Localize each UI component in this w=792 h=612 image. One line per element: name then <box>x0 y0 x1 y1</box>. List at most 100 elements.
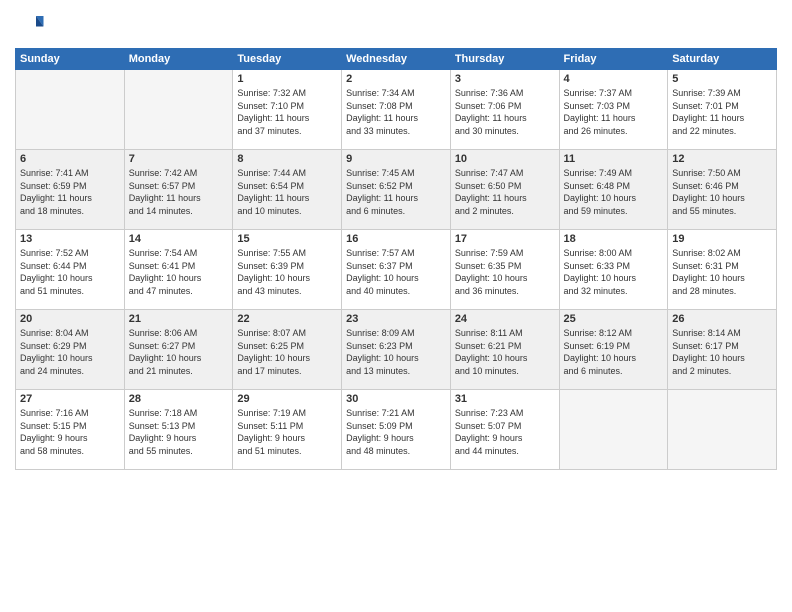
calendar-cell: 21 Sunrise: 8:06 AM Sunset: 6:27 PM Dayli… <box>124 310 233 390</box>
day-number: 29 <box>237 393 337 405</box>
day-number: 20 <box>20 313 120 325</box>
day-number: 15 <box>237 233 337 245</box>
calendar-week-row: 20 Sunrise: 8:04 AM Sunset: 6:29 PM Dayli… <box>16 310 777 390</box>
day-number: 28 <box>129 393 229 405</box>
weekday-header: Sunday <box>16 49 125 70</box>
day-number: 17 <box>455 233 555 245</box>
day-info: Sunrise: 7:57 AM Sunset: 6:37 PM Dayligh… <box>346 247 446 297</box>
day-number: 6 <box>20 153 120 165</box>
day-info: Sunrise: 8:06 AM Sunset: 6:27 PM Dayligh… <box>129 327 229 377</box>
calendar-cell: 12 Sunrise: 7:50 AM Sunset: 6:46 PM Dayli… <box>668 150 777 230</box>
calendar-cell <box>559 390 668 470</box>
calendar-cell: 22 Sunrise: 8:07 AM Sunset: 6:25 PM Dayli… <box>233 310 342 390</box>
day-info: Sunrise: 7:41 AM Sunset: 6:59 PM Dayligh… <box>20 167 120 217</box>
calendar-cell: 4 Sunrise: 7:37 AM Sunset: 7:03 PM Daylig… <box>559 70 668 150</box>
day-number: 30 <box>346 393 446 405</box>
calendar-cell: 14 Sunrise: 7:54 AM Sunset: 6:41 PM Dayli… <box>124 230 233 310</box>
day-number: 13 <box>20 233 120 245</box>
day-info: Sunrise: 8:09 AM Sunset: 6:23 PM Dayligh… <box>346 327 446 377</box>
day-info: Sunrise: 7:36 AM Sunset: 7:06 PM Dayligh… <box>455 87 555 137</box>
day-number: 11 <box>564 153 664 165</box>
day-info: Sunrise: 8:00 AM Sunset: 6:33 PM Dayligh… <box>564 247 664 297</box>
calendar-cell: 18 Sunrise: 8:00 AM Sunset: 6:33 PM Dayli… <box>559 230 668 310</box>
day-info: Sunrise: 7:34 AM Sunset: 7:08 PM Dayligh… <box>346 87 446 137</box>
day-info: Sunrise: 7:37 AM Sunset: 7:03 PM Dayligh… <box>564 87 664 137</box>
day-info: Sunrise: 7:44 AM Sunset: 6:54 PM Dayligh… <box>237 167 337 217</box>
weekday-header: Monday <box>124 49 233 70</box>
day-number: 9 <box>346 153 446 165</box>
calendar-cell: 17 Sunrise: 7:59 AM Sunset: 6:35 PM Dayli… <box>450 230 559 310</box>
weekday-header: Thursday <box>450 49 559 70</box>
calendar-cell: 16 Sunrise: 7:57 AM Sunset: 6:37 PM Dayli… <box>342 230 451 310</box>
calendar-cell: 24Sunrise: 8:11 AM Sunset: 6:21 PM Dayli… <box>450 310 559 390</box>
calendar-cell: 20 Sunrise: 8:04 AM Sunset: 6:29 PM Dayli… <box>16 310 125 390</box>
weekday-header: Wednesday <box>342 49 451 70</box>
day-number: 19 <box>672 233 772 245</box>
logo <box>15 10 49 40</box>
calendar-cell: 8Sunrise: 7:44 AM Sunset: 6:54 PM Daylig… <box>233 150 342 230</box>
calendar-cell: 6 Sunrise: 7:41 AM Sunset: 6:59 PM Daylig… <box>16 150 125 230</box>
day-info: Sunrise: 7:39 AM Sunset: 7:01 PM Dayligh… <box>672 87 772 137</box>
day-info: Sunrise: 7:23 AM Sunset: 5:07 PM Dayligh… <box>455 407 555 457</box>
calendar-cell: 10 Sunrise: 7:47 AM Sunset: 6:50 PM Dayli… <box>450 150 559 230</box>
day-number: 10 <box>455 153 555 165</box>
day-info: Sunrise: 8:11 AM Sunset: 6:21 PM Dayligh… <box>455 327 555 377</box>
day-number: 12 <box>672 153 772 165</box>
day-number: 5 <box>672 73 772 85</box>
day-info: Sunrise: 8:14 AM Sunset: 6:17 PM Dayligh… <box>672 327 772 377</box>
calendar-cell: 9 Sunrise: 7:45 AM Sunset: 6:52 PM Daylig… <box>342 150 451 230</box>
calendar-header: SundayMondayTuesdayWednesdayThursdayFrid… <box>16 49 777 70</box>
calendar-cell: 5 Sunrise: 7:39 AM Sunset: 7:01 PM Daylig… <box>668 70 777 150</box>
day-info: Sunrise: 7:54 AM Sunset: 6:41 PM Dayligh… <box>129 247 229 297</box>
calendar-cell: 28Sunrise: 7:18 AM Sunset: 5:13 PM Dayli… <box>124 390 233 470</box>
day-number: 26 <box>672 313 772 325</box>
calendar-cell: 31Sunrise: 7:23 AM Sunset: 5:07 PM Dayli… <box>450 390 559 470</box>
day-info: Sunrise: 7:42 AM Sunset: 6:57 PM Dayligh… <box>129 167 229 217</box>
day-number: 18 <box>564 233 664 245</box>
day-number: 14 <box>129 233 229 245</box>
day-info: Sunrise: 8:07 AM Sunset: 6:25 PM Dayligh… <box>237 327 337 377</box>
calendar-cell: 23 Sunrise: 8:09 AM Sunset: 6:23 PM Dayli… <box>342 310 451 390</box>
calendar-cell: 11Sunrise: 7:49 AM Sunset: 6:48 PM Dayli… <box>559 150 668 230</box>
calendar-cell: 19 Sunrise: 8:02 AM Sunset: 6:31 PM Dayli… <box>668 230 777 310</box>
day-number: 22 <box>237 313 337 325</box>
calendar-week-row: 1Sunrise: 7:32 AM Sunset: 7:10 PM Daylig… <box>16 70 777 150</box>
day-number: 7 <box>129 153 229 165</box>
calendar-cell: 30Sunrise: 7:21 AM Sunset: 5:09 PM Dayli… <box>342 390 451 470</box>
calendar-week-row: 27Sunrise: 7:16 AM Sunset: 5:15 PM Dayli… <box>16 390 777 470</box>
calendar-cell: 13 Sunrise: 7:52 AM Sunset: 6:44 PM Dayli… <box>16 230 125 310</box>
calendar-cell <box>124 70 233 150</box>
weekday-row: SundayMondayTuesdayWednesdayThursdayFrid… <box>16 49 777 70</box>
day-info: Sunrise: 7:32 AM Sunset: 7:10 PM Dayligh… <box>237 87 337 137</box>
calendar-cell: 1Sunrise: 7:32 AM Sunset: 7:10 PM Daylig… <box>233 70 342 150</box>
day-info: Sunrise: 7:52 AM Sunset: 6:44 PM Dayligh… <box>20 247 120 297</box>
calendar-cell: 27Sunrise: 7:16 AM Sunset: 5:15 PM Dayli… <box>16 390 125 470</box>
day-info: Sunrise: 7:19 AM Sunset: 5:11 PM Dayligh… <box>237 407 337 457</box>
calendar: SundayMondayTuesdayWednesdayThursdayFrid… <box>15 48 777 470</box>
day-number: 21 <box>129 313 229 325</box>
day-info: Sunrise: 8:02 AM Sunset: 6:31 PM Dayligh… <box>672 247 772 297</box>
day-info: Sunrise: 7:45 AM Sunset: 6:52 PM Dayligh… <box>346 167 446 217</box>
calendar-cell: 7 Sunrise: 7:42 AM Sunset: 6:57 PM Daylig… <box>124 150 233 230</box>
calendar-cell: 3 Sunrise: 7:36 AM Sunset: 7:06 PM Daylig… <box>450 70 559 150</box>
day-info: Sunrise: 8:04 AM Sunset: 6:29 PM Dayligh… <box>20 327 120 377</box>
header <box>15 10 777 40</box>
day-number: 23 <box>346 313 446 325</box>
day-info: Sunrise: 7:59 AM Sunset: 6:35 PM Dayligh… <box>455 247 555 297</box>
page: SundayMondayTuesdayWednesdayThursdayFrid… <box>0 0 792 612</box>
day-number: 3 <box>455 73 555 85</box>
calendar-cell <box>16 70 125 150</box>
calendar-cell <box>668 390 777 470</box>
calendar-cell: 15 Sunrise: 7:55 AM Sunset: 6:39 PM Dayli… <box>233 230 342 310</box>
calendar-cell: 29 Sunrise: 7:19 AM Sunset: 5:11 PM Dayli… <box>233 390 342 470</box>
day-number: 25 <box>564 313 664 325</box>
day-info: Sunrise: 7:50 AM Sunset: 6:46 PM Dayligh… <box>672 167 772 217</box>
day-info: Sunrise: 7:55 AM Sunset: 6:39 PM Dayligh… <box>237 247 337 297</box>
day-info: Sunrise: 7:47 AM Sunset: 6:50 PM Dayligh… <box>455 167 555 217</box>
weekday-header: Friday <box>559 49 668 70</box>
weekday-header: Tuesday <box>233 49 342 70</box>
day-number: 4 <box>564 73 664 85</box>
day-info: Sunrise: 7:16 AM Sunset: 5:15 PM Dayligh… <box>20 407 120 457</box>
day-number: 16 <box>346 233 446 245</box>
logo-icon <box>15 10 45 40</box>
